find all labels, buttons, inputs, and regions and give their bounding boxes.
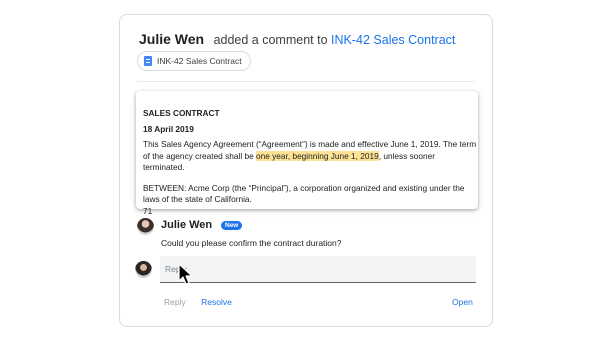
document-title: SALES CONTRACT — [143, 108, 220, 118]
header-verb: added a comment to — [213, 33, 328, 47]
comment-notification-card: Julie Wen added a comment to INK-42 Sale… — [119, 14, 493, 327]
avatar — [137, 218, 154, 235]
document-date: 18 April 2019 — [143, 123, 194, 134]
notification-header: Julie Wen added a comment to INK-42 Sale… — [139, 31, 455, 47]
document-paragraph-2: BETWEEN: Acme Corp (the “Principal”), a … — [143, 182, 465, 205]
document-excerpt: SALES CONTRACT 18 April 2019 This Sales … — [136, 91, 478, 216]
document-chip[interactable]: INK-42 Sales Contract — [137, 51, 251, 71]
highlighted-text: one year, beginning June 1, 2019 — [256, 150, 379, 161]
reply-input[interactable]: Reply — [160, 256, 476, 283]
divider — [137, 81, 475, 82]
doc-icon — [144, 56, 152, 66]
resolve-button[interactable]: Resolve — [201, 297, 232, 307]
comment-author: Julie Wen — [161, 219, 213, 231]
document-paragraph-1: This Sales Agency Agreement (“Agreement”… — [143, 139, 478, 174]
new-badge: New — [221, 221, 243, 230]
comment-thread-item: Julie Wen New Could you please confirm t… — [135, 218, 479, 258]
document-footer-number: 71 — [143, 205, 153, 216]
header-author: Julie Wen — [139, 31, 205, 47]
mouse-pointer-icon — [178, 263, 193, 285]
document-link[interactable]: INK-42 Sales Contract — [331, 33, 455, 47]
document-chip-label: INK-42 Sales Contract — [157, 56, 242, 66]
current-user-avatar — [135, 261, 152, 278]
comment-actions: Reply Resolve — [164, 297, 232, 307]
open-button[interactable]: Open — [452, 297, 473, 307]
reply-button[interactable]: Reply — [164, 297, 186, 307]
comment-body: Could you please confirm the contract du… — [161, 238, 342, 248]
